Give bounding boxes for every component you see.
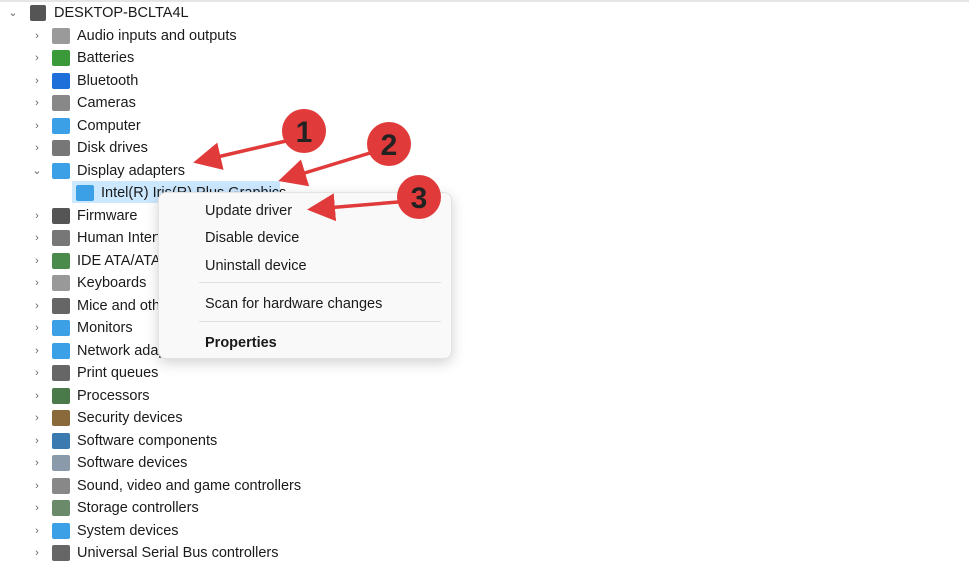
annotation-arrow-3 — [307, 193, 399, 222]
svg-text:3: 3 — [411, 182, 428, 215]
annotation-badge-2: 2 — [367, 122, 411, 166]
annotation-badge-1: 1 — [282, 109, 326, 153]
annotation-layer: 1 2 3 — [193, 109, 441, 222]
svg-text:2: 2 — [381, 129, 398, 162]
annotation-arrow-1 — [193, 139, 287, 170]
annotation-arrow-2 — [278, 151, 371, 187]
annotation-badge-3: 3 — [397, 175, 441, 219]
svg-text:1: 1 — [296, 116, 313, 149]
